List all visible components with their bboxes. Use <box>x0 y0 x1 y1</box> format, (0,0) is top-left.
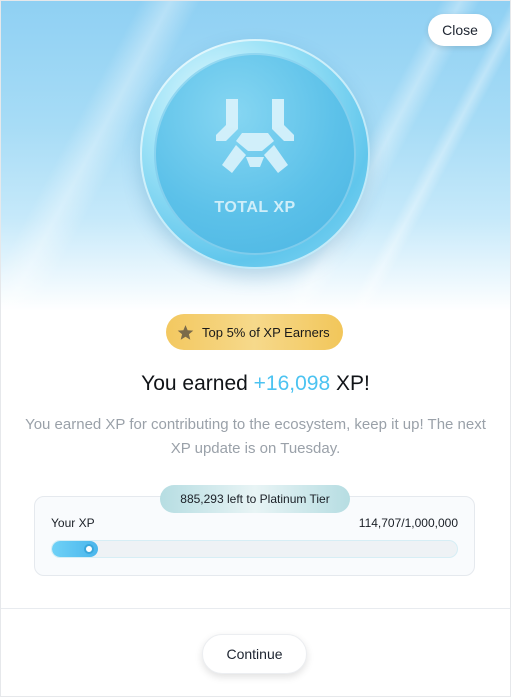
xp-reward-modal: TOTAL XP Close Top 5% of XP Earners You … <box>0 0 511 697</box>
coin-face: TOTAL XP <box>154 53 356 255</box>
continue-button[interactable]: Continue <box>202 634 307 674</box>
xp-values: 114,707/1,000,000 <box>358 516 458 530</box>
rank-badge-label: Top 5% of XP Earners <box>202 324 330 340</box>
headline-suffix: XP! <box>330 372 370 395</box>
tier-remaining-pill: 885,293 left to Platinum Tier <box>160 485 350 513</box>
total-xp-coin: TOTAL XP <box>140 39 370 269</box>
footer-divider <box>1 608 510 609</box>
headline-prefix: You earned <box>141 372 254 395</box>
earned-description: You earned XP for contributing to the ec… <box>25 416 486 457</box>
rank-badge: Top 5% of XP Earners <box>166 314 343 350</box>
earned-xp-amount: +16,098 <box>253 372 331 395</box>
xp-progress-bar <box>51 540 458 558</box>
total-xp-logo-icon <box>216 99 294 173</box>
star-icon <box>177 324 194 340</box>
coin-label: TOTAL XP <box>214 199 296 216</box>
hero-banner: TOTAL XP Close <box>1 1 510 311</box>
earned-headline: You earned +16,098 XP! <box>1 372 510 396</box>
your-xp-label: Your XP <box>51 516 95 530</box>
close-button[interactable]: Close <box>428 14 492 46</box>
